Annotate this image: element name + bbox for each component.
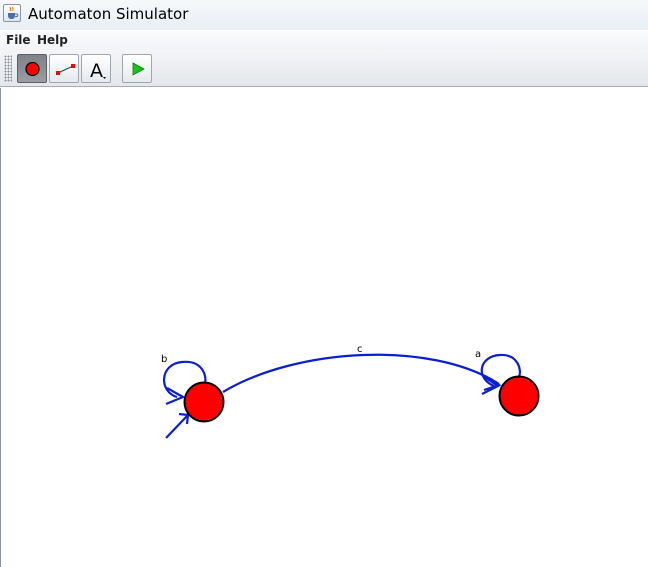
add-state-button[interactable] <box>17 54 47 83</box>
window-title: Automaton Simulator <box>28 5 189 23</box>
play-icon <box>132 62 145 76</box>
transition-label-b[interactable]: b <box>161 354 167 365</box>
title-bar: Automaton Simulator <box>0 0 648 30</box>
java-cup-icon[interactable] <box>3 4 21 22</box>
transition-label-c[interactable]: c <box>357 344 363 355</box>
menu-file[interactable]: File <box>6 33 31 47</box>
letter-a-icon: A <box>90 60 106 82</box>
toolbar: A <box>0 50 648 87</box>
menu-bar: File Help <box>0 30 648 50</box>
transition-label-a[interactable]: a <box>475 349 481 360</box>
menu-help[interactable]: Help <box>37 33 68 47</box>
automaton-canvas[interactable]: b c a <box>0 88 648 567</box>
transition-c[interactable] <box>222 353 502 393</box>
transition-line-icon <box>56 64 75 75</box>
state-right[interactable] <box>498 375 540 417</box>
state-left-initial[interactable] <box>183 381 225 423</box>
red-circle-icon <box>25 61 40 77</box>
initial-state-arrow[interactable] <box>165 412 190 439</box>
add-transition-button[interactable] <box>49 54 79 83</box>
toolbar-grip[interactable] <box>4 55 12 82</box>
simulate-button[interactable] <box>122 54 152 83</box>
automaton-simulator-window: Automaton Simulator File Help A b c a <box>0 0 648 567</box>
letter-a-glyph: A <box>90 60 103 82</box>
label-tool-button[interactable]: A <box>81 54 111 83</box>
